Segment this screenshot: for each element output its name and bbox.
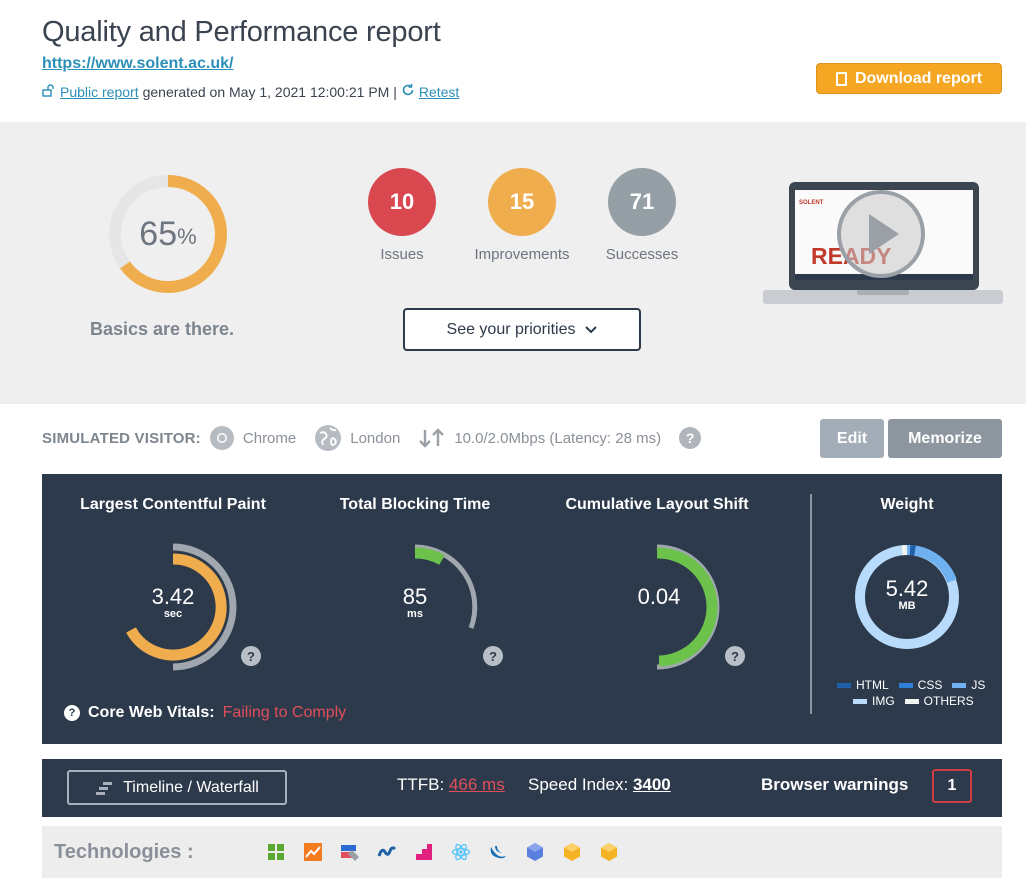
successes-badge: 71 — [608, 168, 676, 236]
summary-panel: 65% Basics are there. 10 Issues 15 Impro… — [0, 122, 1026, 404]
page-title: Quality and Performance report — [42, 16, 441, 48]
location-name: London — [350, 429, 401, 447]
lcp-value: 3.42 sec — [138, 584, 208, 620]
connection-speed: 10.0/2.0Mbps (Latency: 28 ms) — [454, 429, 662, 447]
weight-unit: MB — [898, 600, 916, 612]
site-url-link[interactable]: https://www.solent.ac.uk/ — [42, 55, 233, 73]
tbt-number: 85 — [402, 584, 428, 609]
tbt-title: Total Blocking Time — [339, 496, 491, 513]
lcp-number: 3.42 — [151, 584, 195, 609]
weight-title: Weight — [880, 496, 934, 513]
help-icon[interactable]: ? — [679, 427, 702, 449]
visitor-label: SIMULATED VISITOR: — [42, 429, 201, 447]
issues-badge-group[interactable]: 10 Issues — [347, 168, 457, 263]
score-unit: % — [177, 224, 197, 249]
edit-button[interactable]: Edit — [820, 419, 884, 458]
improvements-badge: 15 — [488, 168, 556, 236]
cwv-help-icon[interactable]: ? — [64, 705, 80, 721]
see-priorities-button[interactable]: See your priorities — [403, 308, 641, 351]
chart-icon[interactable] — [303, 842, 323, 862]
weight-legend-row-2: IMG OTHERS — [853, 694, 974, 708]
cls-value: 0.04 — [624, 584, 694, 610]
legend-html: HTML — [837, 678, 889, 692]
video-preview[interactable]: SOLENT READY — [763, 182, 1003, 306]
refresh-icon[interactable] — [401, 83, 415, 100]
cls-number: 0.04 — [637, 584, 681, 609]
generated-text: generated on May 1, 2021 12:00:21 PM | — [142, 83, 397, 100]
score-value: 65% — [106, 172, 230, 296]
svg-text:SOLENT: SOLENT — [799, 200, 824, 206]
ttfb-label: TTFB: — [397, 775, 445, 794]
score-caption: Basics are there. — [89, 319, 235, 339]
legend-js: JS — [952, 678, 985, 692]
tbt-unit: ms — [407, 608, 423, 620]
windows-tiles-icon[interactable] — [266, 842, 286, 862]
lcp-unit: sec — [163, 608, 183, 620]
speed-index-value[interactable]: 3400 — [633, 775, 671, 794]
box-icon[interactable] — [562, 842, 582, 862]
react-icon[interactable] — [451, 842, 471, 862]
technologies-label: Technologies : — [54, 840, 194, 863]
improvements-label: Improvements — [474, 246, 570, 263]
chrome-icon — [209, 426, 234, 450]
web-vitals-panel: Largest Contentful Paint Total Blocking … — [42, 474, 1002, 744]
speed-index-label: Speed Index: — [528, 775, 629, 794]
successes-badge-group[interactable]: 71 Successes — [587, 168, 697, 263]
weight-legend-row-1: HTML CSS JS — [837, 678, 985, 692]
cwv-status: Failing to Comply — [222, 704, 347, 721]
speed-index-metric: Speed Index: 3400 — [528, 775, 671, 795]
timeline-waterfall-button[interactable]: Timeline / Waterfall — [67, 770, 287, 805]
lcp-title: Largest Contentful Paint — [80, 496, 266, 513]
retest-link[interactable]: Retest — [419, 84, 459, 100]
browser-warnings-count[interactable]: 1 — [932, 769, 972, 803]
chevron-down-icon — [585, 325, 598, 333]
successes-label: Successes — [605, 246, 679, 263]
public-report-link[interactable]: Public report — [60, 84, 139, 100]
stairs-icon[interactable] — [414, 842, 434, 862]
metrics-divider — [810, 494, 812, 714]
technologies-bar: Technologies : — [42, 826, 1002, 878]
cwv-label: Core Web Vitals: — [88, 704, 215, 721]
core-web-vitals-status: ? Core Web Vitals: Failing to Comply — [64, 704, 346, 722]
legend-css: CSS — [898, 678, 942, 692]
issues-label: Issues — [380, 246, 424, 263]
ttfb-value[interactable]: 466 ms — [449, 775, 505, 794]
legend-img: IMG — [853, 694, 895, 708]
cls-title: Cumulative Layout Shift — [565, 496, 749, 513]
score-number: 65 — [139, 214, 178, 253]
browser-setting: Chrome — [209, 425, 296, 451]
wave-icon[interactable] — [377, 842, 397, 862]
weight-value: 5.42 MB — [872, 576, 942, 612]
download-label: Download report — [854, 69, 983, 87]
priorities-label: See your priorities — [446, 320, 576, 338]
memorize-button[interactable]: Memorize — [888, 419, 1002, 458]
waterfall-icon — [96, 781, 113, 795]
location-setting: London — [314, 424, 400, 452]
browser-name: Chrome — [242, 429, 297, 447]
lcp-help-icon[interactable]: ? — [241, 646, 261, 666]
browser-warnings-label: Browser warnings — [761, 775, 909, 794]
tbt-help-icon[interactable]: ? — [483, 646, 503, 666]
unlock-icon — [42, 83, 56, 100]
timeline-label: Timeline / Waterfall — [123, 778, 259, 796]
jquery-icon[interactable] — [488, 842, 508, 862]
timing-bar: Timeline / Waterfall TTFB: 466 ms Speed … — [42, 759, 1002, 817]
globe-icon — [315, 425, 342, 451]
technology-icons — [266, 842, 619, 862]
ttfb-metric: TTFB: 466 ms — [397, 775, 505, 795]
weight-number: 5.42 — [885, 576, 929, 601]
tag-manager-icon[interactable] — [340, 842, 360, 862]
legend-others: OTHERS — [904, 694, 974, 708]
download-report-button[interactable]: Download report — [816, 63, 1002, 94]
cls-help-icon[interactable]: ? — [725, 646, 745, 666]
connection-setting: 10.0/2.0Mbps (Latency: 28 ms) — [418, 428, 661, 448]
issues-badge: 10 — [368, 168, 436, 236]
cube-icon[interactable] — [525, 842, 545, 862]
improvements-badge-group[interactable]: 15 Improvements — [467, 168, 577, 263]
tbt-value: 85 ms — [380, 584, 450, 620]
pdf-icon — [835, 71, 847, 86]
up-down-arrows-icon — [419, 428, 445, 448]
box-icon[interactable] — [599, 842, 619, 862]
